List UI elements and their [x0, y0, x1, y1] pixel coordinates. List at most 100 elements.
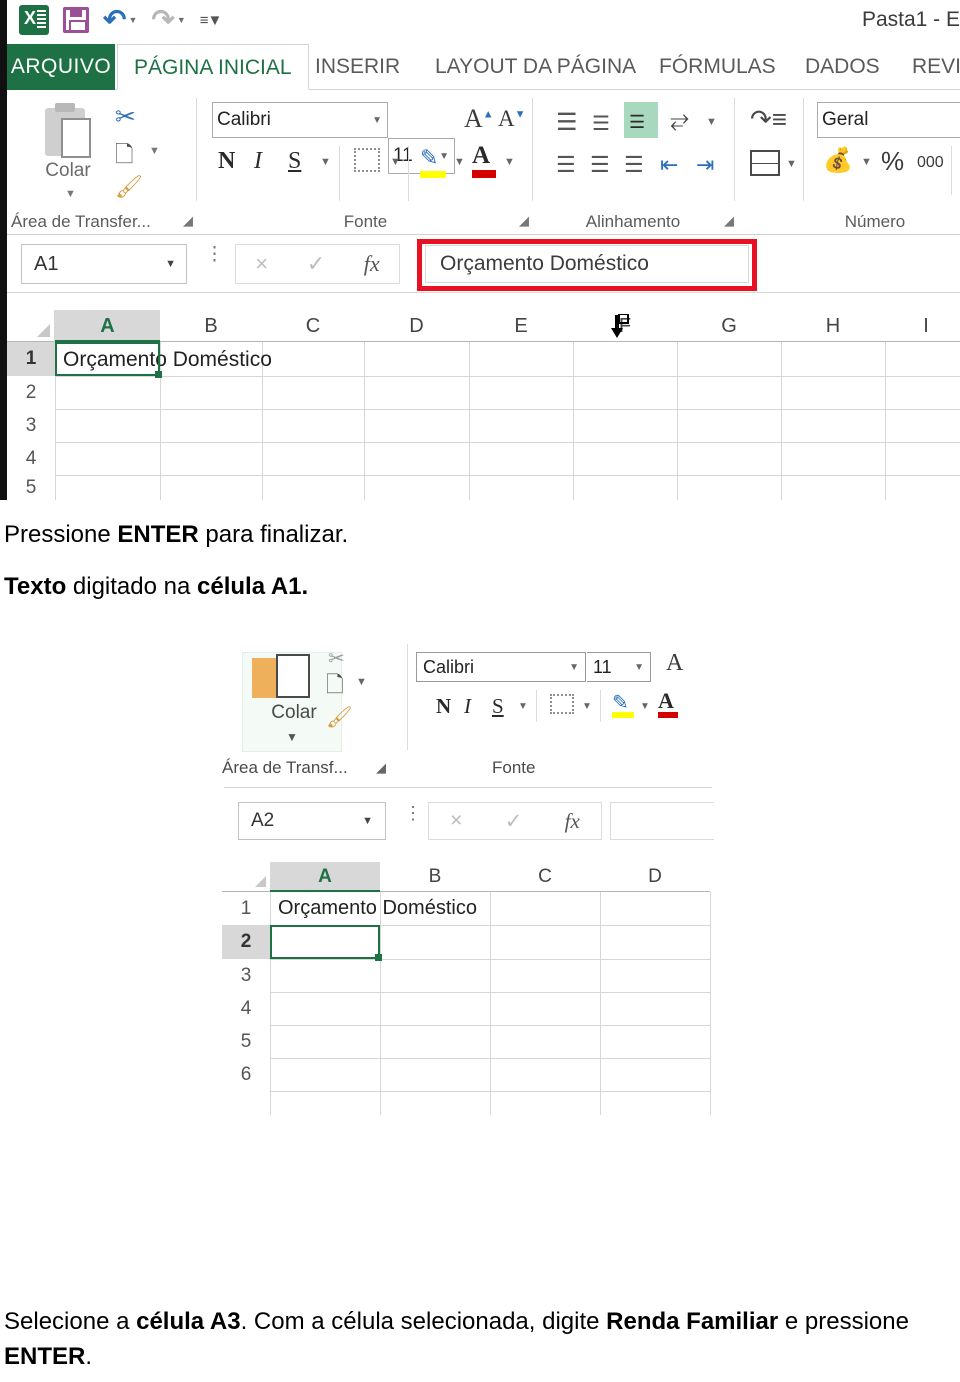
font-dialog-launcher-icon[interactable]: ◢	[519, 213, 529, 229]
row-header-4-2[interactable]: 4	[222, 992, 270, 1025]
increase-font-size-icon-2[interactable]: A	[666, 650, 683, 677]
cut-icon[interactable]: ✂	[115, 102, 136, 132]
insert-function-icon-2[interactable]: fx	[565, 809, 580, 834]
italic-button-2[interactable]: I	[464, 694, 471, 719]
select-all-corner-2[interactable]	[222, 862, 270, 892]
decrease-indent-icon[interactable]: ⇤	[660, 152, 678, 178]
bold-button[interactable]: N	[218, 148, 235, 175]
align-bottom-icon[interactable]: ☰	[624, 102, 658, 138]
name-box[interactable]: A1 ▼	[21, 244, 187, 284]
row-header-5-2[interactable]: 5	[222, 1025, 270, 1058]
merge-cells-icon[interactable]	[750, 150, 780, 176]
clipboard-dialog-launcher-icon-2[interactable]: ◢	[376, 760, 386, 776]
formula-bar-input-2[interactable]	[610, 802, 714, 840]
merge-dropdown-icon[interactable]: ▼	[786, 158, 797, 170]
undo-icon[interactable]: ↶	[103, 6, 126, 34]
row-header-6-2[interactable]: 6	[222, 1058, 270, 1091]
fill-color-dropdown-icon-2[interactable]: ▼	[640, 701, 650, 712]
column-header-e[interactable]: E	[469, 310, 573, 342]
row-header-5[interactable]: 5	[7, 475, 55, 500]
font-color-icon[interactable]: A	[472, 142, 496, 178]
borders-dropdown-icon[interactable]: ▼	[390, 156, 401, 168]
decrease-font-size-icon[interactable]: A▼	[498, 106, 526, 132]
borders-icon[interactable]	[354, 148, 380, 172]
row-header-3-2[interactable]: 3	[222, 959, 270, 992]
fill-color-dropdown-icon[interactable]: ▼	[454, 156, 465, 168]
select-all-corner[interactable]	[7, 310, 55, 342]
column-header-i[interactable]: I	[885, 310, 960, 342]
fill-color-icon[interactable]: ✎	[420, 145, 446, 178]
cell-selection-a1[interactable]	[55, 342, 162, 378]
column-header-b-2[interactable]: B	[380, 862, 490, 892]
column-header-b[interactable]: B	[160, 310, 262, 342]
name-box-2[interactable]: A2 ▼	[238, 802, 386, 840]
confirm-entry-icon[interactable]: ✓	[307, 251, 325, 277]
paste-dropdown-icon[interactable]: ▼	[65, 188, 76, 200]
insert-function-icon[interactable]: fx	[364, 251, 380, 277]
save-icon[interactable]	[63, 7, 89, 33]
align-middle-icon[interactable]: ☰	[592, 111, 610, 136]
increase-font-size-icon[interactable]: A▲	[464, 104, 494, 134]
column-header-a[interactable]: A	[55, 310, 160, 342]
font-color-icon-2[interactable]: A	[658, 688, 678, 718]
align-center-icon[interactable]: ☰	[590, 152, 610, 178]
redo-icon[interactable]: ↷	[151, 6, 174, 34]
borders-dropdown-icon-2[interactable]: ▼	[582, 701, 592, 712]
confirm-entry-icon-2[interactable]: ✓	[505, 809, 523, 834]
font-size-combo-2[interactable]: 11 ▼	[587, 652, 651, 682]
format-painter-icon-2[interactable]: 🖌	[326, 706, 353, 730]
undo-dropdown-icon[interactable]: ▼	[128, 15, 137, 25]
paste-icon[interactable]	[37, 100, 99, 160]
font-color-dropdown-icon[interactable]: ▼	[504, 156, 515, 168]
column-header-g[interactable]: G	[677, 310, 781, 342]
underline-dropdown-icon[interactable]: ▼	[320, 156, 331, 168]
row-header-3[interactable]: 3	[7, 409, 55, 442]
formula-bar-options-icon[interactable]: ⋮	[205, 245, 224, 265]
row-header-1-2[interactable]: 1	[222, 892, 270, 925]
cancel-entry-icon[interactable]: ×	[255, 251, 268, 277]
tab-dados[interactable]: DADOS	[805, 44, 880, 90]
column-header-c-2[interactable]: C	[490, 862, 600, 892]
font-name-combo[interactable]: Calibri ▼	[212, 102, 388, 138]
italic-button[interactable]: I	[254, 148, 262, 175]
copy-icon[interactable]: 🗋	[115, 138, 134, 177]
tab-arquivo[interactable]: ARQUIVO	[7, 44, 115, 90]
align-top-icon[interactable]: ☰	[556, 108, 578, 137]
orientation-icon[interactable]: ⥂	[670, 106, 689, 134]
align-left-icon[interactable]: ☰	[556, 152, 576, 178]
column-header-d[interactable]: D	[364, 310, 469, 342]
redo-dropdown-icon[interactable]: ▼	[177, 15, 186, 25]
fill-color-icon-2[interactable]: ✎	[612, 690, 634, 718]
orientation-dropdown-icon[interactable]: ▼	[706, 116, 717, 128]
clipboard-dialog-launcher-icon[interactable]: ◢	[183, 213, 193, 229]
formula-bar-options-icon-2[interactable]: ⋮	[404, 804, 422, 822]
copy-dropdown-icon-2[interactable]: ▼	[356, 676, 367, 688]
bold-button-2[interactable]: N	[436, 694, 451, 719]
tab-pagina-inicial[interactable]: PÁGINA INICIAL	[117, 44, 309, 90]
column-header-c[interactable]: C	[262, 310, 364, 342]
customize-quick-access-icon[interactable]: ≡▼	[200, 12, 223, 29]
row-header-1[interactable]: 1	[7, 342, 55, 376]
font-name-combo-2[interactable]: Calibri ▼	[416, 652, 586, 682]
column-header-a-2[interactable]: A	[270, 862, 380, 892]
percent-style-icon[interactable]: %	[881, 146, 904, 177]
tab-layout-da-pagina[interactable]: LAYOUT DA PÁGINA	[435, 44, 636, 90]
tab-inserir[interactable]: INSERIR	[315, 44, 400, 90]
number-format-combo[interactable]: Geral	[817, 102, 960, 138]
row-header-2[interactable]: 2	[7, 376, 55, 409]
column-header-d-2[interactable]: D	[600, 862, 710, 892]
tab-revisao[interactable]: REVIS	[912, 44, 960, 90]
accounting-dropdown-icon[interactable]: ▼	[861, 156, 872, 168]
increase-indent-icon[interactable]: ⇥	[696, 152, 714, 178]
paste-dropdown-icon-2[interactable]: ▼	[286, 730, 298, 744]
copy-icon-2[interactable]: 🗋	[326, 668, 344, 706]
borders-icon-2[interactable]	[550, 694, 574, 714]
underline-dropdown-icon-2[interactable]: ▼	[518, 701, 528, 712]
row-header-4[interactable]: 4	[7, 442, 55, 475]
cancel-entry-icon-2[interactable]: ×	[450, 809, 462, 833]
wrap-text-icon[interactable]: ↷≡	[750, 104, 787, 135]
accounting-format-icon[interactable]: 💰	[823, 146, 853, 175]
underline-button[interactable]: S	[288, 148, 301, 175]
underline-button-2[interactable]: S	[492, 694, 504, 719]
copy-dropdown-icon[interactable]: ▼	[149, 145, 160, 157]
